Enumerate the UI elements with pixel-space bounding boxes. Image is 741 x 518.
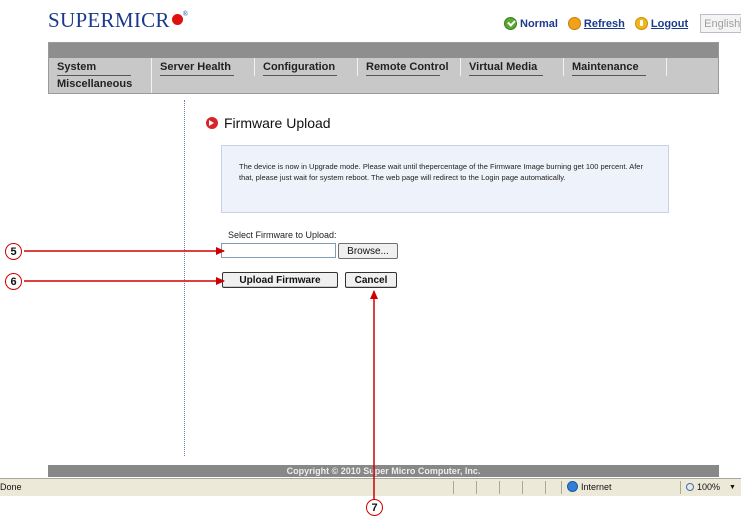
status-separator — [476, 481, 477, 494]
language-selected: English — [704, 17, 741, 30]
system-status: Normal — [520, 17, 558, 30]
tab-virtual-media[interactable]: Virtual Media — [461, 58, 564, 76]
tab-configuration[interactable]: Configuration — [255, 58, 358, 76]
page-title-text: Firmware Upload — [224, 115, 331, 131]
status-separator — [499, 481, 500, 494]
status-separator — [545, 481, 546, 494]
page-title: Firmware Upload — [206, 115, 331, 131]
zoom-control[interactable]: 100% ▼ — [686, 482, 736, 492]
callout-7: 7 — [366, 499, 383, 516]
nav-second-row: Miscellaneous — [49, 76, 718, 93]
tab-maintenance[interactable]: Maintenance — [564, 58, 667, 76]
globe-icon — [567, 481, 578, 492]
tab-remote-control[interactable]: Remote Control — [358, 58, 461, 76]
tab-system[interactable]: System — [49, 58, 152, 76]
refresh-icon[interactable] — [567, 17, 581, 30]
checkmark-icon — [504, 17, 517, 30]
status-separator — [522, 481, 523, 494]
firmware-file-input[interactable] — [221, 243, 336, 258]
magnifier-icon — [686, 483, 694, 491]
security-zone: Internet — [567, 481, 612, 492]
arrow-right-icon — [206, 117, 218, 129]
logout-link[interactable]: Logout — [651, 18, 688, 30]
logout-icon[interactable] — [634, 17, 648, 30]
zone-label: Internet — [581, 481, 612, 492]
status-separator — [680, 481, 681, 494]
cancel-button[interactable]: Cancel — [345, 272, 397, 288]
nav-top-strip — [49, 43, 718, 58]
status-text: Done — [0, 482, 22, 492]
status-separator — [453, 481, 454, 494]
browse-button[interactable]: Browse... — [338, 243, 398, 259]
upgrade-notice: The device is now in Upgrade mode. Pleas… — [221, 145, 669, 213]
callout-6: 6 — [5, 273, 22, 290]
refresh-link[interactable]: Refresh — [584, 18, 625, 30]
supermicro-logo: SUPERMICR ® — [48, 8, 189, 32]
sidebar-divider — [184, 100, 185, 456]
zoom-level: 100% — [697, 482, 721, 492]
tab-server-health[interactable]: Server Health — [152, 58, 255, 76]
copyright-footer: Copyright © 2010 Super Micro Computer, I… — [48, 465, 719, 477]
header-toolbar: Normal Refresh Logout English ▼ — [504, 14, 741, 33]
callout-5: 5 — [5, 243, 22, 260]
browser-status-bar: Done Internet 100% ▼ — [0, 478, 741, 496]
nav-tabs-row: System Server Health Configuration Remot… — [49, 58, 718, 76]
select-firmware-label: Select Firmware to Upload: — [228, 230, 337, 240]
main-navigation: System Server Health Configuration Remot… — [48, 42, 719, 94]
chevron-down-icon[interactable]: ▼ — [729, 484, 736, 491]
status-separator — [561, 481, 562, 494]
upload-firmware-button[interactable]: Upload Firmware — [222, 272, 338, 288]
tab-miscellaneous[interactable]: Miscellaneous — [49, 76, 152, 93]
language-select[interactable]: English ▼ — [700, 14, 741, 33]
